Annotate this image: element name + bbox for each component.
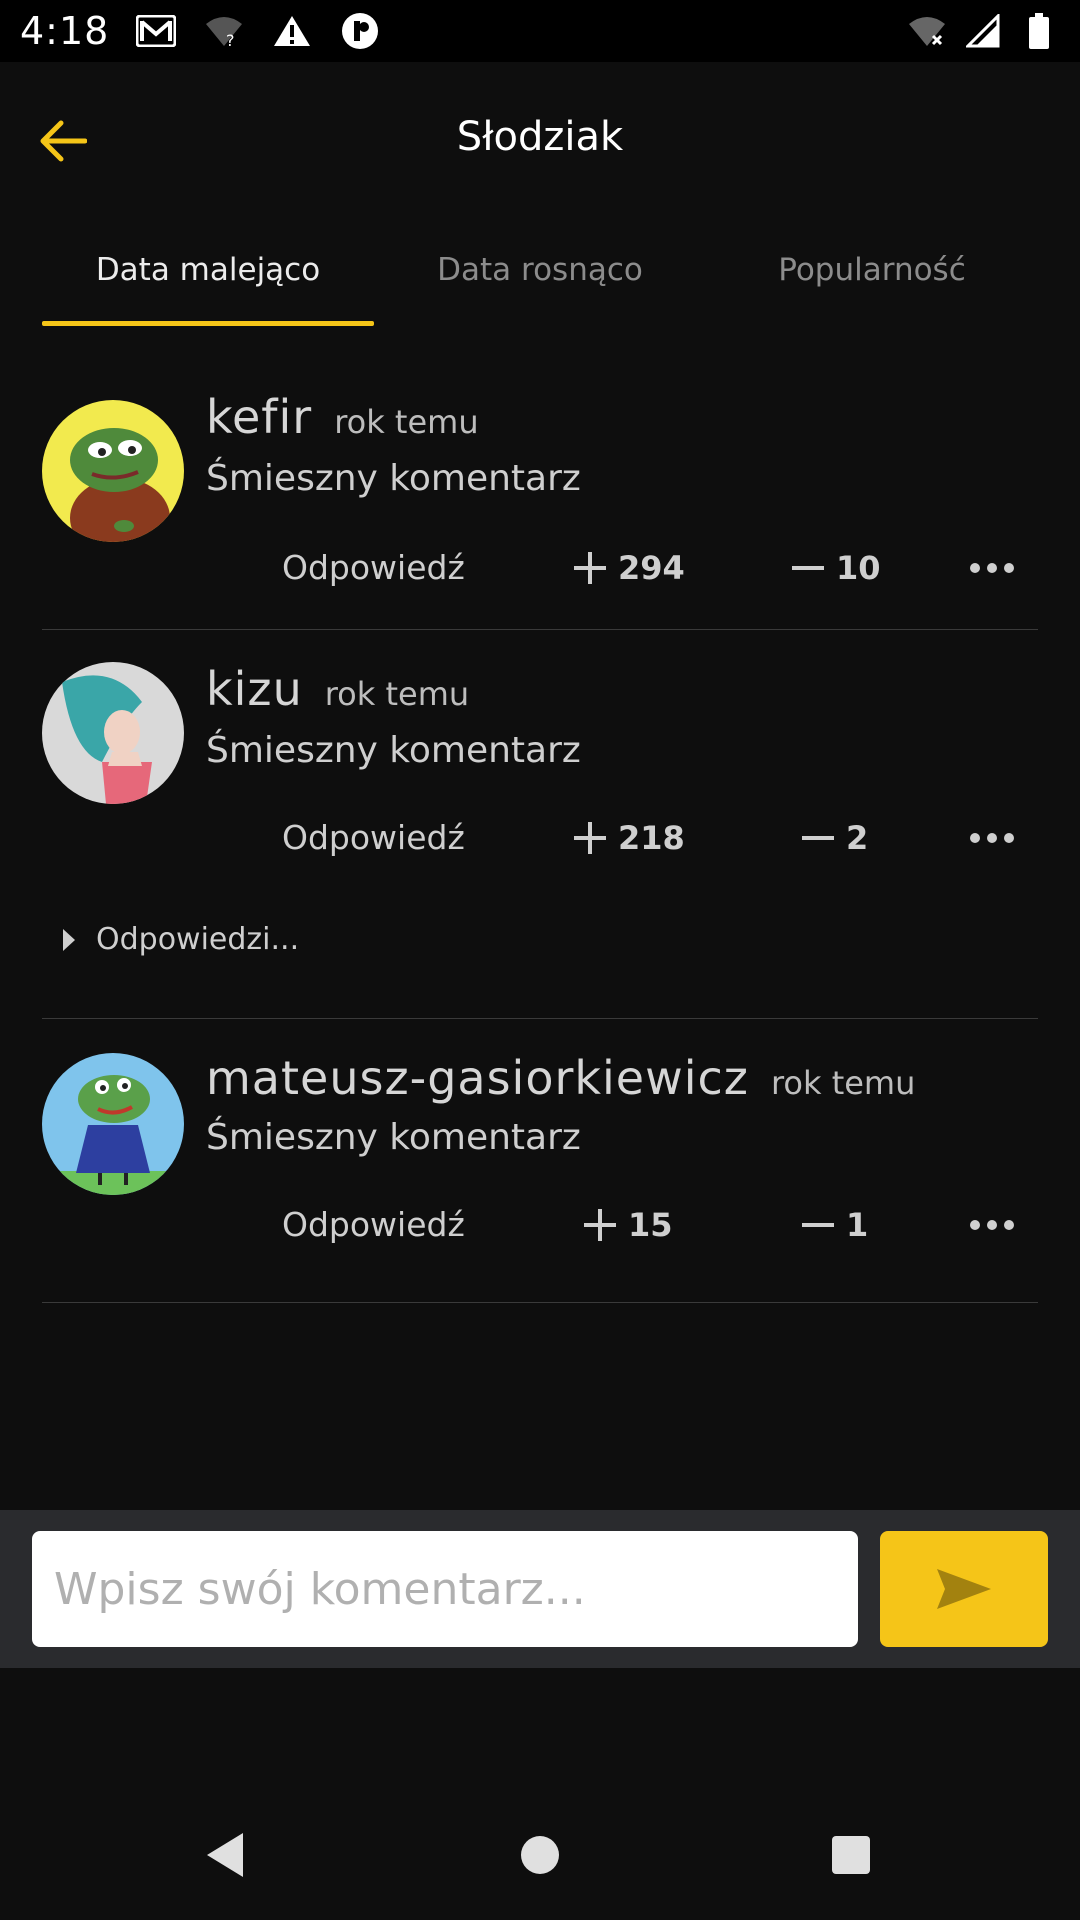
svg-text:?: ? [226, 31, 235, 48]
comment-author[interactable]: kizu [206, 662, 303, 716]
more-options-button[interactable] [962, 808, 1022, 868]
anime-girl-avatar[interactable] [42, 662, 184, 804]
comment-text: Śmieszny komentarz [206, 1117, 581, 1158]
wifi-off-icon [906, 10, 948, 52]
recents-nav-icon[interactable] [811, 1815, 891, 1895]
comment-actions: Odpowiedź 15 1 [282, 1195, 1022, 1255]
downvote-button[interactable]: 10 [790, 538, 881, 598]
comment-item: kefir rok temu Śmieszny komentarz Odpowi… [42, 364, 1038, 630]
more-horizontal-icon [970, 833, 1014, 843]
upvote-button[interactable]: 218 [572, 808, 685, 868]
upvote-button[interactable]: 294 [572, 538, 685, 598]
send-button[interactable] [880, 1531, 1048, 1647]
more-options-button[interactable] [962, 538, 1022, 598]
minus-icon [792, 566, 824, 570]
comment-time: rok temu [324, 675, 470, 713]
reply-button[interactable]: Odpowiedź [282, 1195, 465, 1255]
comment-time: rok temu [770, 1064, 916, 1102]
downvote-count: 2 [846, 819, 869, 857]
peppa-pepe-avatar[interactable] [42, 1053, 184, 1195]
plus-icon [574, 822, 606, 854]
send-icon [937, 1569, 991, 1609]
upvote-count: 15 [628, 1206, 673, 1244]
more-options-button[interactable] [962, 1195, 1022, 1255]
reply-button[interactable]: Odpowiedź [282, 538, 465, 598]
tab-date-desc[interactable]: Data malejąco [42, 214, 374, 326]
upvote-count: 294 [618, 549, 685, 587]
caret-right-icon [63, 928, 75, 951]
replies-toggle[interactable]: Odpowiedzi... [62, 922, 299, 957]
downvote-count: 1 [846, 1206, 869, 1244]
comment-text: Śmieszny komentarz [206, 458, 581, 499]
minus-icon [802, 836, 834, 840]
signal-icon [962, 10, 1004, 52]
gmail-icon [135, 10, 177, 52]
app-notification-icon [339, 10, 381, 52]
system-nav-bar [0, 1790, 1080, 1920]
comment-composer [0, 1510, 1080, 1668]
plus-icon [584, 1209, 616, 1241]
upvote-button[interactable]: 15 [582, 1195, 673, 1255]
page-title: Słodziak [456, 114, 624, 160]
more-horizontal-icon [970, 563, 1014, 573]
status-bar: 4:18 ? [0, 0, 1080, 62]
comment-item: kizu rok temu Śmieszny komentarz Odpowie… [42, 630, 1038, 1019]
comment-input[interactable] [32, 1531, 858, 1647]
back-nav-icon[interactable] [185, 1815, 265, 1895]
status-time: 4:18 [20, 9, 110, 53]
reply-button[interactable]: Odpowiedź [282, 808, 465, 868]
downvote-button[interactable]: 1 [800, 1195, 868, 1255]
plus-icon [574, 552, 606, 584]
tab-popularity[interactable]: Popularność [706, 214, 1038, 326]
app-bar: Słodziak [0, 62, 1080, 214]
minus-icon [802, 1223, 834, 1227]
comment-time: rok temu [334, 403, 479, 441]
upvote-count: 218 [618, 819, 685, 857]
replies-toggle-label: Odpowiedzi... [96, 922, 300, 957]
sort-tabs: Data malejąco Data rosnąco Popularność [42, 214, 1038, 326]
pepe-frog-avatar[interactable] [42, 400, 184, 542]
comment-author[interactable]: kefir [206, 390, 312, 444]
comment-author[interactable]: mateusz-gasiorkiewicz [206, 1051, 749, 1105]
warning-icon [271, 10, 313, 52]
downvote-count: 10 [836, 549, 881, 587]
comment-item: mateusz-gasiorkiewicz rok temu Śmieszny … [42, 1019, 1038, 1303]
tab-date-asc[interactable]: Data rosnąco [374, 214, 706, 326]
battery-icon [1018, 10, 1060, 52]
more-horizontal-icon [970, 1220, 1014, 1230]
comment-actions: Odpowiedź 294 10 [282, 538, 1022, 598]
wifi-question-icon: ? [203, 10, 245, 52]
comment-actions: Odpowiedź 218 2 [282, 808, 1022, 868]
comment-text: Śmieszny komentarz [206, 730, 581, 771]
home-nav-icon[interactable] [500, 1815, 580, 1895]
downvote-button[interactable]: 2 [800, 808, 868, 868]
comment-list: kefir rok temu Śmieszny komentarz Odpowi… [42, 364, 1038, 1303]
